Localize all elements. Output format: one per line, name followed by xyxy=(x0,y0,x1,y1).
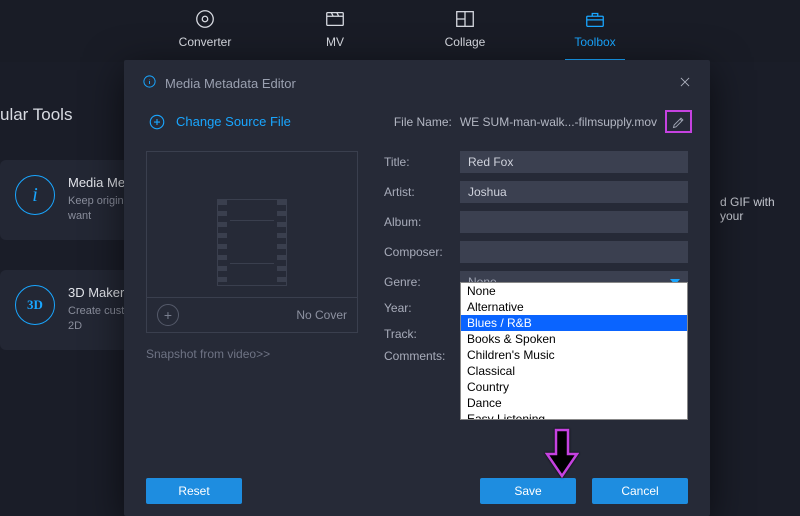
collage-icon xyxy=(454,8,476,30)
comments-label: Comments: xyxy=(384,349,452,363)
metadata-editor-dialog: Media Metadata Editor Change Source File… xyxy=(124,60,710,516)
film-placeholder-icon xyxy=(217,199,287,286)
nav-collage[interactable]: Collage xyxy=(435,8,495,62)
nav-mv[interactable]: MV xyxy=(305,8,365,62)
track-label: Track: xyxy=(384,327,452,341)
genre-option[interactable]: Easy Listening xyxy=(461,411,687,420)
genre-option[interactable]: Country xyxy=(461,379,687,395)
dialog-title: Media Metadata Editor xyxy=(165,76,296,91)
genre-option[interactable]: Classical xyxy=(461,363,687,379)
genre-option[interactable]: Dance xyxy=(461,395,687,411)
info-icon: i xyxy=(15,175,55,215)
nav-label: MV xyxy=(326,35,344,49)
close-button[interactable] xyxy=(678,75,692,92)
title-label: Title: xyxy=(384,155,452,169)
mv-icon xyxy=(324,8,346,30)
artist-input[interactable] xyxy=(460,181,688,203)
nav-label: Toolbox xyxy=(574,35,615,49)
cover-art-area: + No Cover xyxy=(146,151,358,333)
nav-label: Converter xyxy=(179,35,232,49)
no-cover-label: No Cover xyxy=(296,308,347,322)
change-source-file-button[interactable]: Change Source File xyxy=(148,113,291,131)
snapshot-from-video-link[interactable]: Snapshot from video>> xyxy=(146,347,356,361)
composer-input[interactable] xyxy=(460,241,688,263)
filename-value: WE SUM-man-walk...-filmsupply.mov xyxy=(460,115,657,129)
genre-option[interactable]: Books & Spoken xyxy=(461,331,687,347)
genre-label: Genre: xyxy=(384,275,452,289)
converter-icon xyxy=(194,8,216,30)
save-button[interactable]: Save xyxy=(480,478,576,504)
genre-option[interactable]: Children's Music xyxy=(461,347,687,363)
genre-dropdown-list[interactable]: NoneAlternativeBlues / R&BBooks & Spoken… xyxy=(460,282,688,420)
artist-label: Artist: xyxy=(384,185,452,199)
cancel-button[interactable]: Cancel xyxy=(592,478,688,504)
filename-label: File Name: xyxy=(394,115,452,129)
nav-toolbox[interactable]: Toolbox xyxy=(565,8,625,62)
three-d-icon: 3D xyxy=(15,285,55,325)
genre-option[interactable]: Blues / R&B xyxy=(461,315,687,331)
card-right-desc: d GIF with your xyxy=(720,195,800,223)
toolbox-icon xyxy=(584,8,606,30)
genre-option[interactable]: None xyxy=(461,283,687,299)
composer-label: Composer: xyxy=(384,245,452,259)
nav-converter[interactable]: Converter xyxy=(175,8,235,62)
album-label: Album: xyxy=(384,215,452,229)
info-icon xyxy=(142,74,157,92)
reset-button[interactable]: Reset xyxy=(146,478,242,504)
bg-section-header: ular Tools xyxy=(0,105,72,125)
genre-option[interactable]: Alternative xyxy=(461,299,687,315)
change-source-label: Change Source File xyxy=(176,114,291,129)
edit-filename-button[interactable] xyxy=(665,110,692,133)
add-cover-button[interactable]: + xyxy=(157,304,179,326)
nav-label: Collage xyxy=(445,35,486,49)
year-label: Year: xyxy=(384,301,452,315)
annotation-arrow-icon xyxy=(545,428,579,481)
album-input[interactable] xyxy=(460,211,688,233)
top-nav: Converter MV Collage Toolbox xyxy=(0,0,800,62)
title-input[interactable] xyxy=(460,151,688,173)
